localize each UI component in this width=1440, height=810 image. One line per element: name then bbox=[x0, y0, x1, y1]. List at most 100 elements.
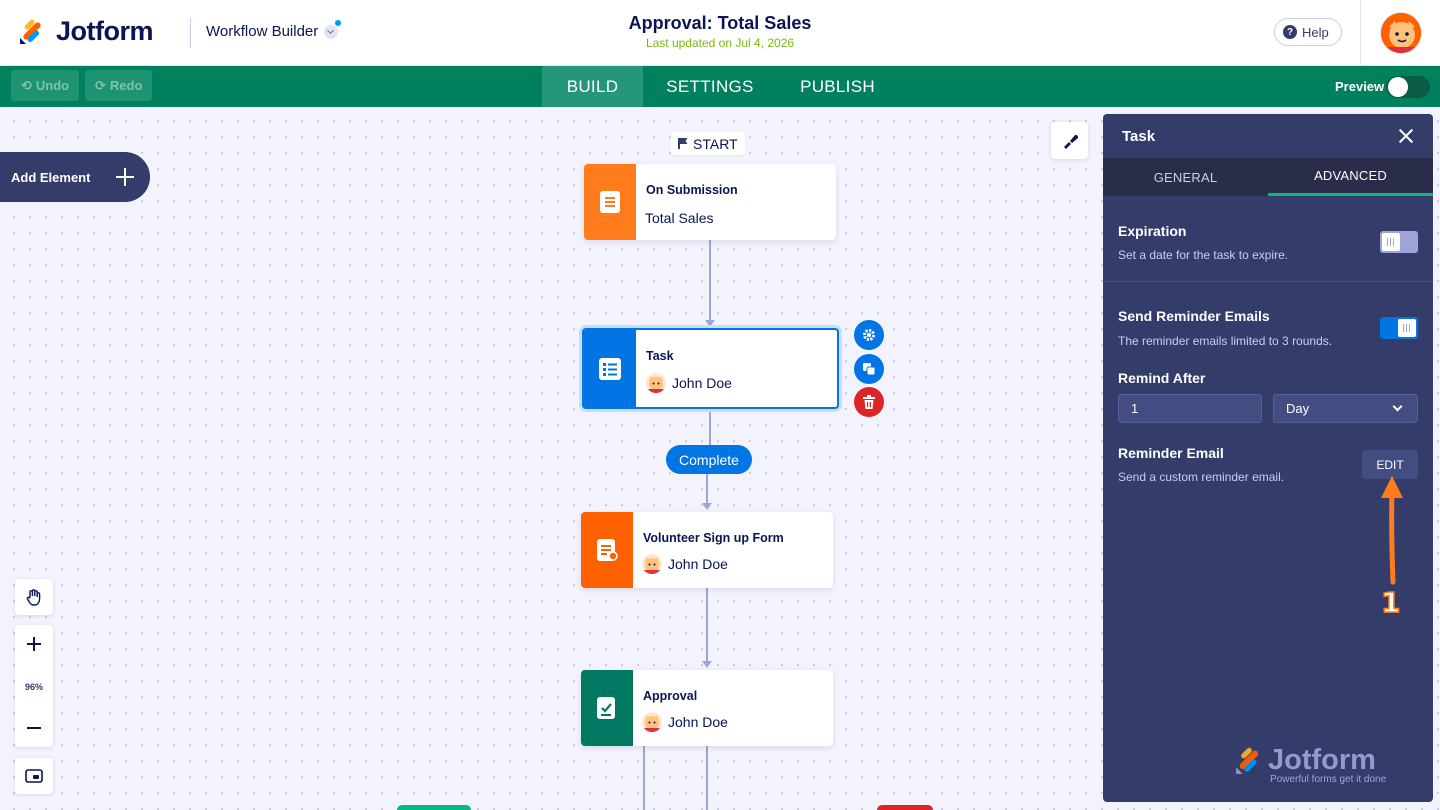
form-fill-icon bbox=[581, 512, 633, 588]
section-divider bbox=[1103, 281, 1433, 282]
reminder-emails-title: Send Reminder Emails bbox=[1118, 308, 1270, 324]
node-duplicate-button[interactable] bbox=[854, 354, 884, 384]
deny-branch-pill[interactable] bbox=[877, 805, 933, 810]
redo-icon: ⟳ bbox=[95, 77, 106, 93]
product-name: Workflow Builder bbox=[206, 23, 319, 40]
zoom-level: 96% bbox=[24, 682, 43, 692]
node-settings-button[interactable] bbox=[854, 320, 884, 350]
preview-label: Preview bbox=[1335, 79, 1385, 94]
node-volunteer-form[interactable]: Volunteer Sign up Form John Doe bbox=[581, 512, 833, 588]
node-on-submission[interactable]: On Submission Total Sales bbox=[584, 164, 836, 240]
brush-icon bbox=[1063, 134, 1078, 149]
remind-after-unit-select[interactable]: Day bbox=[1273, 394, 1418, 423]
zoom-controls: 96% bbox=[15, 625, 53, 747]
avatar bbox=[646, 373, 666, 393]
chevron-down-icon bbox=[1392, 401, 1403, 412]
help-button[interactable]: ? Help bbox=[1274, 18, 1342, 46]
annotation-arrow-icon bbox=[1381, 476, 1403, 585]
question-icon: ? bbox=[1283, 25, 1297, 39]
node-title: Task bbox=[646, 349, 674, 363]
add-element-button[interactable]: Add Element bbox=[0, 152, 150, 202]
connector-line bbox=[706, 746, 708, 810]
page-title: Approval: Total Sales bbox=[628, 13, 812, 33]
assignee-name: John Doe bbox=[672, 375, 732, 391]
redo-button[interactable]: ⟳ Redo bbox=[85, 70, 153, 101]
tab-publish[interactable]: PUBLISH bbox=[786, 66, 889, 107]
reminder-emails-description: The reminder emails limited to 3 rounds. bbox=[1118, 334, 1333, 348]
node-subtitle-text: Total Sales bbox=[645, 210, 714, 226]
node-assignee: John Doe bbox=[642, 554, 728, 574]
remind-after-input[interactable]: 1 bbox=[1118, 394, 1262, 423]
jotform-logo[interactable]: Jotform bbox=[18, 16, 154, 47]
close-icon[interactable] bbox=[1398, 128, 1414, 144]
node-delete-button[interactable] bbox=[854, 387, 884, 417]
app-header: Jotform Workflow Builder Approval: Total… bbox=[0, 0, 1440, 66]
tab-settings[interactable]: SETTINGS bbox=[651, 66, 769, 107]
node-approval[interactable]: Approval John Doe bbox=[581, 670, 833, 746]
node-title: Approval bbox=[643, 689, 698, 703]
remind-after-title: Remind After bbox=[1118, 370, 1206, 386]
expiration-description: Set a date for the task to expire. bbox=[1118, 248, 1289, 262]
annotation-number: 1 bbox=[1380, 585, 1401, 620]
toggle-knob bbox=[1382, 233, 1400, 251]
undo-label: Undo bbox=[35, 78, 70, 93]
connector-arrow bbox=[705, 320, 715, 327]
avatar bbox=[642, 554, 662, 574]
trash-icon bbox=[863, 395, 875, 409]
task-list-icon bbox=[584, 330, 636, 407]
node-task[interactable]: Task John Doe bbox=[582, 328, 839, 409]
watermark-tagline: Powerful forms get it done bbox=[1270, 774, 1387, 785]
avatar-face-icon bbox=[1381, 13, 1421, 53]
reminder-email-title: Reminder Email bbox=[1118, 445, 1224, 461]
preview-toggle[interactable] bbox=[1386, 76, 1430, 98]
theme-brush-button[interactable] bbox=[1051, 122, 1088, 159]
panel-tabs: GENERAL ADVANCED bbox=[1103, 158, 1433, 196]
notification-dot bbox=[335, 19, 342, 26]
minus-icon bbox=[27, 727, 41, 729]
start-badge: START bbox=[671, 132, 745, 155]
tab-advanced[interactable]: ADVANCED bbox=[1268, 158, 1433, 196]
node-title: Volunteer Sign up Form bbox=[643, 531, 784, 545]
node-assignee: John Doe bbox=[642, 712, 728, 732]
expiration-toggle[interactable] bbox=[1380, 231, 1418, 253]
product-switcher[interactable]: Workflow Builder bbox=[206, 19, 342, 40]
tab-general[interactable]: GENERAL bbox=[1103, 158, 1268, 196]
minimap-button[interactable] bbox=[15, 758, 53, 794]
gear-icon bbox=[863, 329, 875, 341]
reminder-emails-toggle[interactable] bbox=[1380, 317, 1418, 339]
panel-title: Task bbox=[1122, 128, 1156, 145]
connector-line bbox=[706, 588, 708, 661]
add-element-label: Add Element bbox=[11, 169, 91, 185]
assignee-name: John Doe bbox=[668, 714, 728, 730]
plus-icon bbox=[116, 168, 134, 186]
chevron-down-icon bbox=[324, 19, 342, 39]
zoom-in-button[interactable] bbox=[15, 625, 53, 663]
undo-button[interactable]: ⟲ Undo bbox=[11, 70, 80, 101]
approve-branch-pill[interactable] bbox=[397, 805, 471, 810]
user-avatar[interactable] bbox=[1380, 12, 1422, 54]
connector-line bbox=[706, 474, 708, 504]
task-properties-panel: Task GENERAL ADVANCED Expiration Set a d… bbox=[1103, 114, 1433, 802]
zoom-out-button[interactable] bbox=[15, 709, 53, 747]
undo-icon: ⟲ bbox=[21, 77, 32, 93]
start-label: START bbox=[693, 135, 738, 152]
plus-icon bbox=[27, 637, 41, 651]
node-title: On Submission bbox=[646, 183, 738, 197]
header-divider bbox=[190, 18, 191, 48]
jotform-watermark: Jotform bbox=[1234, 744, 1376, 777]
expiration-title: Expiration bbox=[1118, 223, 1187, 239]
help-label: Help bbox=[1302, 24, 1329, 40]
watermark-logo-text: Jotform bbox=[1268, 744, 1376, 776]
flag-icon bbox=[678, 138, 688, 149]
header-divider-right bbox=[1360, 0, 1361, 66]
complete-branch-label[interactable]: Complete bbox=[666, 445, 752, 474]
connector-line bbox=[709, 240, 711, 320]
approval-icon bbox=[581, 670, 633, 746]
connector-line bbox=[709, 409, 711, 445]
tab-build[interactable]: BUILD bbox=[542, 66, 643, 107]
connector-line bbox=[643, 746, 645, 810]
logo-text: Jotform bbox=[56, 16, 154, 46]
connector-arrow bbox=[702, 661, 712, 668]
redo-label: Redo bbox=[109, 78, 143, 93]
pan-tool-button[interactable] bbox=[15, 579, 53, 615]
